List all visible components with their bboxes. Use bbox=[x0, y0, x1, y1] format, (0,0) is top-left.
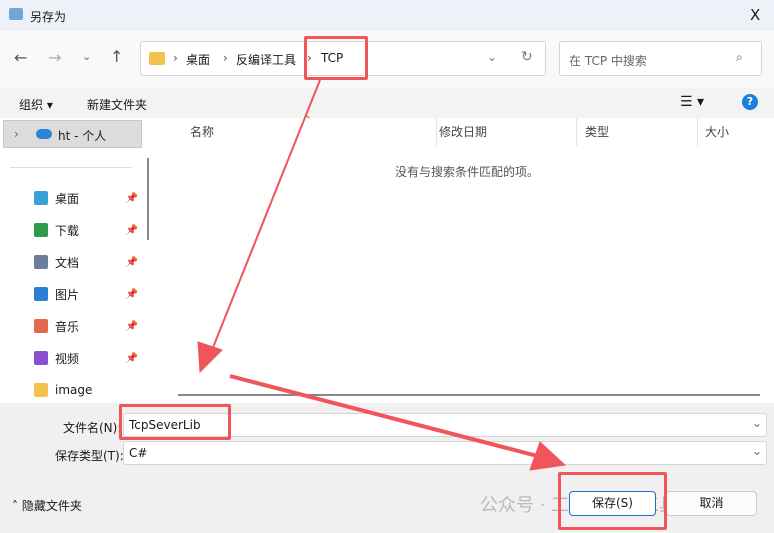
arrow-head bbox=[529, 441, 567, 471]
arrow-to-save bbox=[229, 374, 546, 460]
arrow-to-content bbox=[209, 79, 321, 356]
annotation-arrows bbox=[197, 79, 567, 471]
arrow-head bbox=[197, 341, 223, 374]
